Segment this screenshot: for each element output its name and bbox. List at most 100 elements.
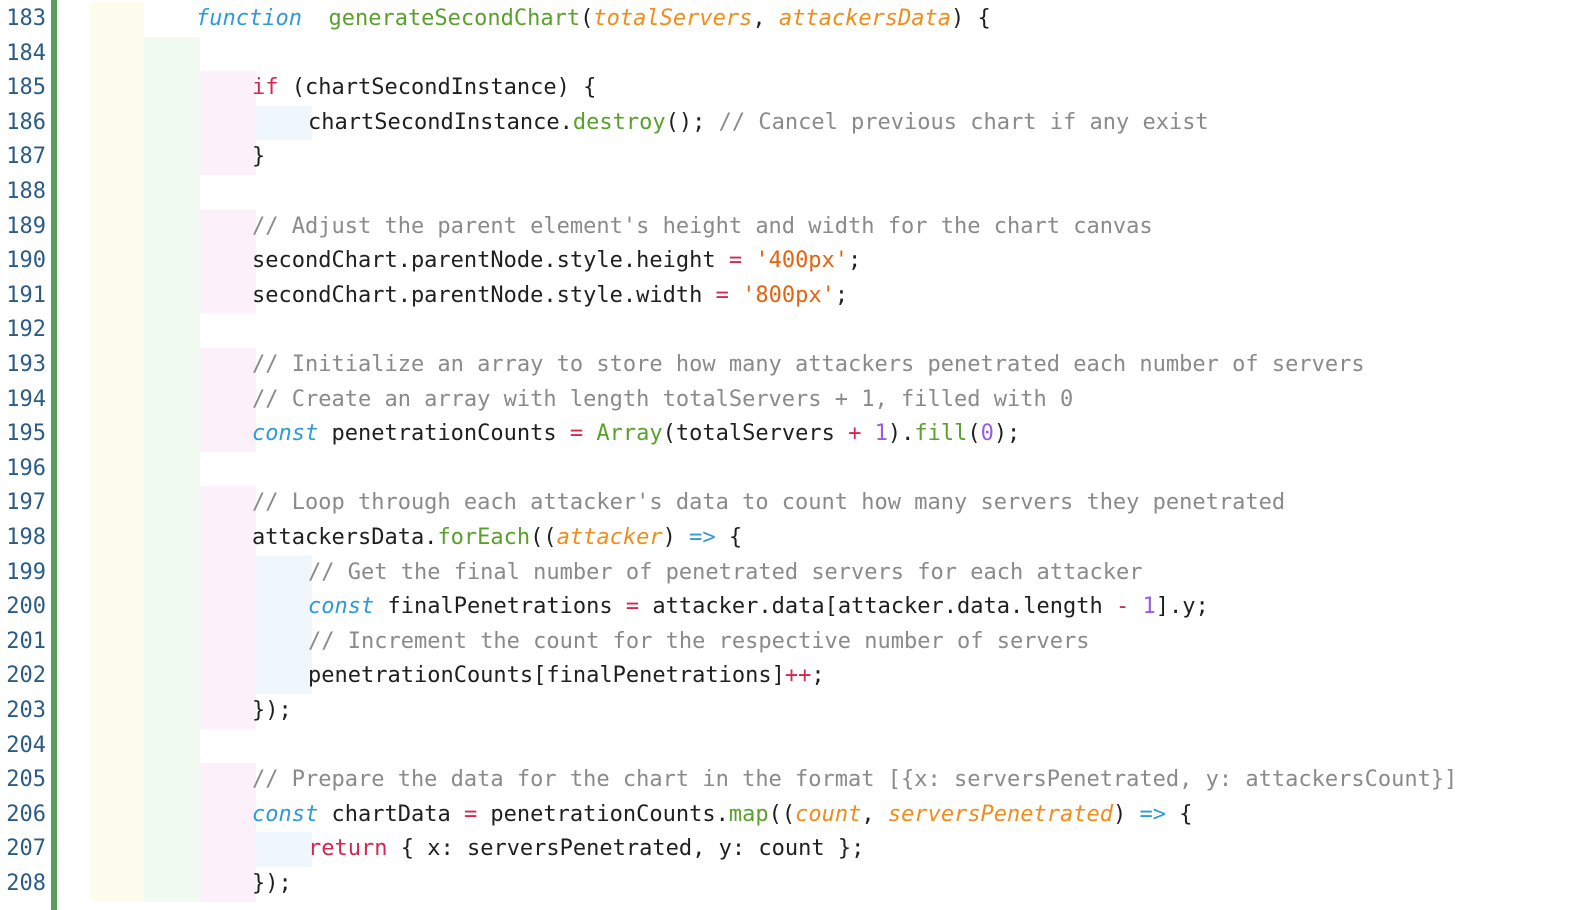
indent-guide xyxy=(144,417,200,452)
code-line[interactable]: 198 attackersData.forEach((attacker) => { xyxy=(0,521,1590,556)
code-token: (totalServers xyxy=(662,421,849,447)
indent-guide xyxy=(90,451,144,487)
code-line[interactable]: 191 secondChart.parentNode.style.width = … xyxy=(0,278,1590,314)
indent-guide xyxy=(256,105,312,141)
code-token: '800px' xyxy=(742,282,835,308)
indent-guide xyxy=(200,244,256,279)
code-token: , xyxy=(752,6,779,31)
code-token: attackersData. xyxy=(252,525,438,550)
indent-guide xyxy=(144,555,200,591)
code-text[interactable]: function generateSecondChart(totalServer… xyxy=(196,2,991,37)
code-token: => xyxy=(1139,801,1167,827)
code-text[interactable]: secondChart.parentNode.style.height = '4… xyxy=(252,244,861,279)
code-line[interactable]: 199 // Get the final number of penetrated… xyxy=(0,555,1590,591)
code-token: '400px' xyxy=(755,248,849,274)
code-line[interactable]: 197 // Loop through each attacker's data … xyxy=(0,486,1590,521)
code-text[interactable]: const finalPenetrations = attacker.data[… xyxy=(308,590,1209,625)
code-token: ].y; xyxy=(1155,594,1209,620)
indent-guide xyxy=(200,486,256,521)
code-text[interactable]: }); xyxy=(252,867,292,902)
line-number: 204 xyxy=(6,732,46,758)
code-text[interactable]: // Prepare the data for the chart in the… xyxy=(252,763,1457,798)
line-number: 189 xyxy=(6,213,46,239)
code-line[interactable]: 202 penetrationCounts[finalPenetrations]+… xyxy=(0,659,1590,694)
code-line[interactable]: 200 const finalPenetrations = attacker.da… xyxy=(0,590,1590,625)
indent-guide xyxy=(200,832,256,867)
code-token: map xyxy=(728,801,769,827)
indent-guide xyxy=(200,624,256,660)
line-number: 208 xyxy=(6,871,46,896)
code-line[interactable]: 194 // Create an array with length totalS… xyxy=(0,382,1590,418)
code-token: const xyxy=(308,594,375,620)
code-token: = xyxy=(569,421,584,447)
indent-guide xyxy=(144,313,200,348)
indent-guide xyxy=(256,590,312,625)
code-token: totalServers xyxy=(593,6,753,31)
code-token: serversPenetrated xyxy=(887,801,1114,827)
code-token: destroy xyxy=(572,109,666,135)
indent-guide xyxy=(200,555,256,591)
code-text[interactable]: chartSecondInstance.destroy(); // Cancel… xyxy=(308,106,1209,141)
code-text[interactable]: // Adjust the parent element's height an… xyxy=(252,210,1153,245)
code-text[interactable]: penetrationCounts[finalPenetrations]++; xyxy=(308,659,825,694)
code-text[interactable]: // Get the final number of penetrated se… xyxy=(308,556,1142,591)
code-token: const xyxy=(252,801,319,827)
code-line[interactable]: 185 if (chartSecondInstance) { xyxy=(0,71,1590,106)
indent-guide xyxy=(200,763,256,798)
indent-guide xyxy=(90,659,144,694)
code-token: // Get the final number of penetrated se… xyxy=(308,559,1143,585)
code-line[interactable]: 183 function generateSecondChart(totalSer… xyxy=(0,2,1590,37)
code-token: chartData xyxy=(318,801,464,827)
line-number: 192 xyxy=(6,317,46,343)
code-text[interactable]: secondChart.parentNode.style.width = '80… xyxy=(252,279,848,314)
code-token: (( xyxy=(530,525,557,550)
code-line[interactable]: 208}); xyxy=(0,867,1590,902)
code-line[interactable]: 192 xyxy=(0,313,1590,348)
code-token: // Create an array with length totalServ… xyxy=(252,386,1074,412)
code-text[interactable]: } xyxy=(252,140,265,175)
code-line[interactable]: 206 const chartData = penetrationCounts.m… xyxy=(0,797,1590,833)
code-text[interactable]: const penetrationCounts = Array(totalSer… xyxy=(252,417,1020,452)
code-line[interactable]: 195 const penetrationCounts = Array(total… xyxy=(0,417,1590,452)
code-line[interactable]: 207 return { x: serversPenetrated, y: cou… xyxy=(0,832,1590,867)
code-line[interactable]: 201 // Increment the count for the respec… xyxy=(0,624,1590,660)
indent-guide xyxy=(144,763,200,798)
indent-guide xyxy=(144,590,200,625)
code-line[interactable]: 196 xyxy=(0,451,1590,487)
indent-guide xyxy=(144,36,200,72)
code-line[interactable]: 184 xyxy=(0,36,1590,72)
code-editor[interactable]: 183 function generateSecondChart(totalSer… xyxy=(0,0,1590,910)
indent-guide xyxy=(90,348,144,383)
code-line[interactable]: 190 secondChart.parentNode.style.height =… xyxy=(0,244,1590,279)
code-token: penetrationCounts. xyxy=(477,801,729,827)
code-line[interactable]: 189 // Adjust the parent element's height… xyxy=(0,209,1590,245)
indent-guide xyxy=(90,278,144,314)
code-text[interactable]: }); xyxy=(252,694,292,729)
code-text[interactable]: // Create an array with length totalServ… xyxy=(252,383,1073,418)
code-text[interactable]: attackersData.forEach((attacker) => { xyxy=(252,521,742,556)
code-text[interactable]: // Loop through each attacker's data to … xyxy=(252,486,1285,521)
code-text[interactable]: // Increment the count for the respectiv… xyxy=(308,625,1089,660)
indent-guide xyxy=(90,486,144,521)
code-line[interactable]: 187} xyxy=(0,140,1590,175)
code-line[interactable]: 188 xyxy=(0,175,1590,210)
line-number: 187 xyxy=(6,144,46,170)
indent-guide xyxy=(144,209,200,245)
line-number: 206 xyxy=(6,801,46,827)
code-text[interactable]: // Initialize an array to store how many… xyxy=(252,348,1365,383)
indent-guide xyxy=(144,140,200,175)
code-line[interactable]: 204 xyxy=(0,728,1590,764)
line-number: 202 xyxy=(6,663,46,689)
code-token: ( xyxy=(967,421,981,447)
code-text[interactable]: if (chartSecondInstance) { xyxy=(252,71,596,106)
code-line[interactable]: 193 // Initialize an array to store how m… xyxy=(0,348,1590,383)
indent-guide xyxy=(144,728,200,764)
code-line[interactable]: 186 chartSecondInstance.destroy(); // Can… xyxy=(0,105,1590,141)
code-token: (( xyxy=(768,801,796,827)
code-line[interactable]: 205 // Prepare the data for the chart in … xyxy=(0,763,1590,798)
code-text[interactable]: return { x: serversPenetrated, y: count … xyxy=(308,832,864,867)
indent-guide xyxy=(144,867,200,902)
code-line[interactable]: 203}); xyxy=(0,694,1590,729)
code-text[interactable]: const chartData = penetrationCounts.map(… xyxy=(252,798,1193,833)
